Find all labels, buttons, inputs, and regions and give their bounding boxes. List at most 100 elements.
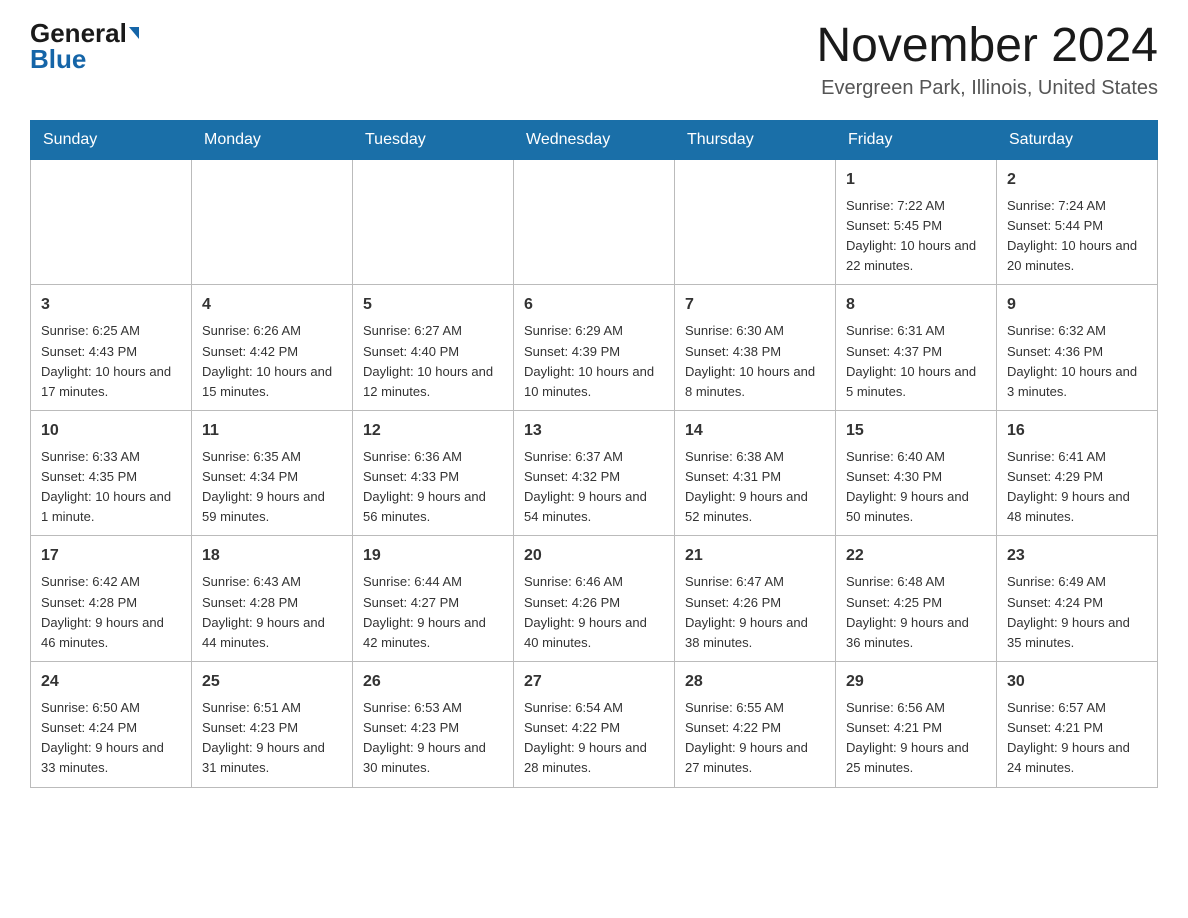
day-number: 22 [846,544,986,568]
calendar-cell: 21 Sunrise: 6:47 AM Sunset: 4:26 PM Dayli… [675,536,836,662]
calendar-cell: 20 Sunrise: 6:46 AM Sunset: 4:26 PM Dayli… [514,536,675,662]
day-info: Sunrise: 6:30 AM Sunset: 4:38 PM Dayligh… [685,321,825,402]
day-info: Sunrise: 6:50 AM Sunset: 4:24 PM Dayligh… [41,698,181,779]
calendar-header-wednesday: Wednesday [514,120,675,159]
calendar-cell: 9 Sunrise: 6:32 AM Sunset: 4:36 PM Daylig… [997,285,1158,411]
day-info: Sunrise: 6:53 AM Sunset: 4:23 PM Dayligh… [363,698,503,779]
calendar-header-sunday: Sunday [31,120,192,159]
day-number: 11 [202,419,342,443]
day-number: 14 [685,419,825,443]
day-info: Sunrise: 6:56 AM Sunset: 4:21 PM Dayligh… [846,698,986,779]
calendar-cell: 15 Sunrise: 6:40 AM Sunset: 4:30 PM Dayli… [836,410,997,536]
title-block: November 2024 Evergreen Park, Illinois, … [816,20,1158,100]
day-info: Sunrise: 7:22 AM Sunset: 5:45 PM Dayligh… [846,196,986,277]
day-number: 17 [41,544,181,568]
calendar-week-row: 1 Sunrise: 7:22 AM Sunset: 5:45 PM Daylig… [31,159,1158,285]
calendar-cell: 13 Sunrise: 6:37 AM Sunset: 4:32 PM Dayli… [514,410,675,536]
day-info: Sunrise: 6:37 AM Sunset: 4:32 PM Dayligh… [524,447,664,528]
day-number: 8 [846,293,986,317]
calendar-cell: 29 Sunrise: 6:56 AM Sunset: 4:21 PM Dayli… [836,662,997,788]
day-info: Sunrise: 6:33 AM Sunset: 4:35 PM Dayligh… [41,447,181,528]
day-info: Sunrise: 6:27 AM Sunset: 4:40 PM Dayligh… [363,321,503,402]
day-number: 16 [1007,419,1147,443]
calendar-cell: 28 Sunrise: 6:55 AM Sunset: 4:22 PM Dayli… [675,662,836,788]
calendar-cell: 17 Sunrise: 6:42 AM Sunset: 4:28 PM Dayli… [31,536,192,662]
calendar-cell: 12 Sunrise: 6:36 AM Sunset: 4:33 PM Dayli… [353,410,514,536]
day-number: 7 [685,293,825,317]
day-number: 23 [1007,544,1147,568]
day-number: 9 [1007,293,1147,317]
day-number: 20 [524,544,664,568]
day-number: 10 [41,419,181,443]
day-info: Sunrise: 6:31 AM Sunset: 4:37 PM Dayligh… [846,321,986,402]
day-info: Sunrise: 6:42 AM Sunset: 4:28 PM Dayligh… [41,572,181,653]
day-info: Sunrise: 6:51 AM Sunset: 4:23 PM Dayligh… [202,698,342,779]
calendar-cell: 4 Sunrise: 6:26 AM Sunset: 4:42 PM Daylig… [192,285,353,411]
calendar-cell: 3 Sunrise: 6:25 AM Sunset: 4:43 PM Daylig… [31,285,192,411]
day-number: 29 [846,670,986,694]
day-info: Sunrise: 6:49 AM Sunset: 4:24 PM Dayligh… [1007,572,1147,653]
calendar-header-tuesday: Tuesday [353,120,514,159]
day-info: Sunrise: 6:38 AM Sunset: 4:31 PM Dayligh… [685,447,825,528]
location-text: Evergreen Park, Illinois, United States [816,77,1158,100]
day-number: 15 [846,419,986,443]
month-title: November 2024 [816,20,1158,73]
day-number: 5 [363,293,503,317]
day-number: 28 [685,670,825,694]
day-info: Sunrise: 6:25 AM Sunset: 4:43 PM Dayligh… [41,321,181,402]
day-info: Sunrise: 6:36 AM Sunset: 4:33 PM Dayligh… [363,447,503,528]
day-number: 12 [363,419,503,443]
calendar-cell: 11 Sunrise: 6:35 AM Sunset: 4:34 PM Dayli… [192,410,353,536]
day-info: Sunrise: 6:47 AM Sunset: 4:26 PM Dayligh… [685,572,825,653]
calendar-cell: 6 Sunrise: 6:29 AM Sunset: 4:39 PM Daylig… [514,285,675,411]
calendar-cell [514,159,675,285]
day-number: 13 [524,419,664,443]
day-info: Sunrise: 6:35 AM Sunset: 4:34 PM Dayligh… [202,447,342,528]
calendar-cell: 23 Sunrise: 6:49 AM Sunset: 4:24 PM Dayli… [997,536,1158,662]
calendar-cell: 22Sunrise: 6:48 AM Sunset: 4:25 PM Dayli… [836,536,997,662]
day-number: 18 [202,544,342,568]
day-number: 4 [202,293,342,317]
day-info: Sunrise: 6:26 AM Sunset: 4:42 PM Dayligh… [202,321,342,402]
day-number: 6 [524,293,664,317]
day-number: 24 [41,670,181,694]
day-number: 3 [41,293,181,317]
calendar-week-row: 24 Sunrise: 6:50 AM Sunset: 4:24 PM Dayli… [31,662,1158,788]
calendar-header-monday: Monday [192,120,353,159]
logo-triangle-icon [129,27,139,39]
day-info: Sunrise: 6:29 AM Sunset: 4:39 PM Dayligh… [524,321,664,402]
day-number: 21 [685,544,825,568]
calendar-cell: 30Sunrise: 6:57 AM Sunset: 4:21 PM Dayli… [997,662,1158,788]
calendar-cell: 18Sunrise: 6:43 AM Sunset: 4:28 PM Dayli… [192,536,353,662]
calendar-cell [192,159,353,285]
calendar-cell [353,159,514,285]
day-number: 2 [1007,168,1147,192]
day-number: 19 [363,544,503,568]
day-number: 1 [846,168,986,192]
calendar-week-row: 3 Sunrise: 6:25 AM Sunset: 4:43 PM Daylig… [31,285,1158,411]
calendar-cell: 2 Sunrise: 7:24 AM Sunset: 5:44 PM Daylig… [997,159,1158,285]
calendar-cell: 25Sunrise: 6:51 AM Sunset: 4:23 PM Dayli… [192,662,353,788]
day-info: Sunrise: 6:46 AM Sunset: 4:26 PM Dayligh… [524,572,664,653]
calendar-cell: 27Sunrise: 6:54 AM Sunset: 4:22 PM Dayli… [514,662,675,788]
calendar-header-row: SundayMondayTuesdayWednesdayThursdayFrid… [31,120,1158,159]
calendar-week-row: 17 Sunrise: 6:42 AM Sunset: 4:28 PM Dayli… [31,536,1158,662]
calendar-cell: 8 Sunrise: 6:31 AM Sunset: 4:37 PM Daylig… [836,285,997,411]
calendar-table: SundayMondayTuesdayWednesdayThursdayFrid… [30,120,1158,788]
day-info: Sunrise: 6:40 AM Sunset: 4:30 PM Dayligh… [846,447,986,528]
day-number: 27 [524,670,664,694]
logo-blue-text: Blue [30,46,86,72]
logo-general-text: General [30,20,127,46]
calendar-cell: 5 Sunrise: 6:27 AM Sunset: 4:40 PM Daylig… [353,285,514,411]
calendar-cell: 10 Sunrise: 6:33 AM Sunset: 4:35 PM Dayli… [31,410,192,536]
day-info: Sunrise: 6:55 AM Sunset: 4:22 PM Dayligh… [685,698,825,779]
page-header: General Blue November 2024 Evergreen Par… [30,20,1158,100]
calendar-cell: 16Sunrise: 6:41 AM Sunset: 4:29 PM Dayli… [997,410,1158,536]
calendar-week-row: 10 Sunrise: 6:33 AM Sunset: 4:35 PM Dayli… [31,410,1158,536]
day-number: 26 [363,670,503,694]
calendar-cell: 14 Sunrise: 6:38 AM Sunset: 4:31 PM Dayli… [675,410,836,536]
day-info: Sunrise: 6:32 AM Sunset: 4:36 PM Dayligh… [1007,321,1147,402]
calendar-cell: 7 Sunrise: 6:30 AM Sunset: 4:38 PM Daylig… [675,285,836,411]
day-info: Sunrise: 6:57 AM Sunset: 4:21 PM Dayligh… [1007,698,1147,779]
day-info: Sunrise: 7:24 AM Sunset: 5:44 PM Dayligh… [1007,196,1147,277]
